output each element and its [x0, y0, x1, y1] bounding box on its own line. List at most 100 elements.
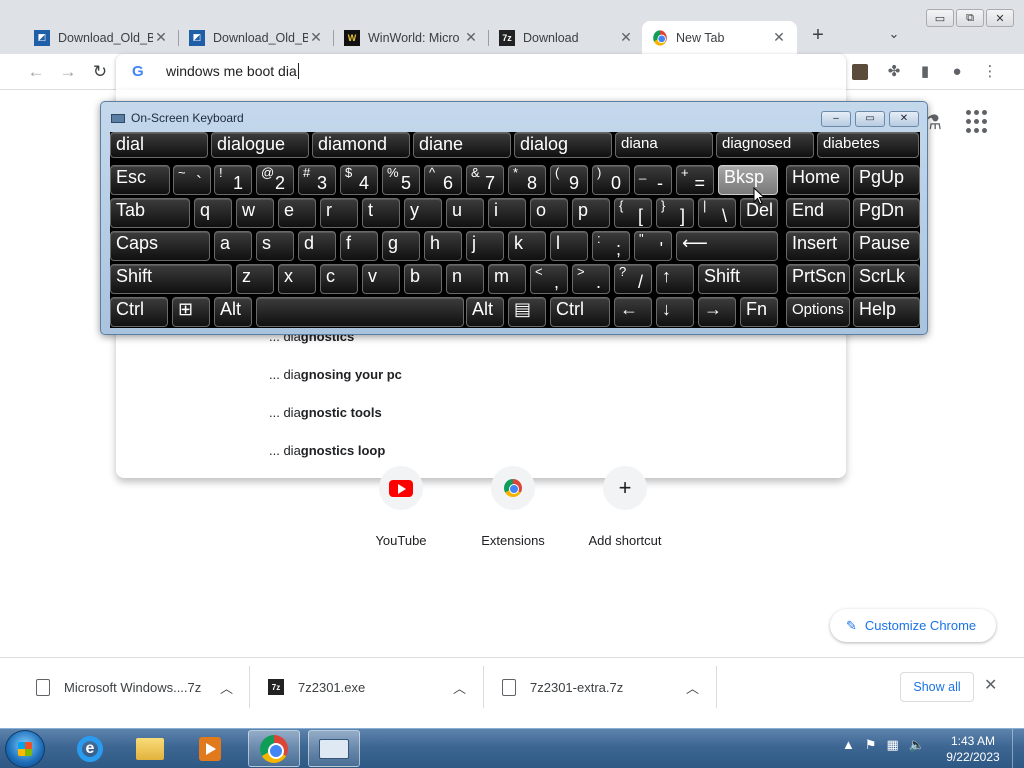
key-z[interactable]: z: [236, 264, 274, 294]
key-tab[interactable]: Tab: [110, 198, 190, 228]
key-0[interactable]: ) 0: [592, 165, 630, 195]
chevron-up-icon[interactable]: ︿: [686, 658, 699, 716]
extensions-puzzle-icon[interactable]: ✤: [884, 62, 904, 82]
prediction-key[interactable]: dialogue: [211, 132, 309, 158]
key-a[interactable]: a: [214, 231, 252, 261]
key-4[interactable]: $4: [340, 165, 378, 195]
chevron-up-icon[interactable]: ︿: [453, 658, 466, 716]
key-u[interactable]: u: [446, 198, 484, 228]
key-8[interactable]: * 8: [508, 165, 546, 195]
key-e[interactable]: e: [278, 198, 316, 228]
key-shift[interactable]: Shift: [698, 264, 778, 294]
tab-close-icon[interactable]: ✕: [618, 29, 634, 46]
key-esc[interactable]: Esc: [110, 165, 170, 195]
download-item[interactable]: 7z2301-extra.7z: [502, 658, 623, 716]
key-ctrl[interactable]: Ctrl: [110, 297, 168, 327]
key-ctrl[interactable]: Ctrl: [550, 297, 610, 327]
menu-dots-icon[interactable]: ⋮: [980, 62, 1000, 82]
prediction-key[interactable]: diagnosed: [716, 132, 814, 158]
key-[[interactable]: {[: [614, 198, 652, 228]
shortcut-youtube[interactable]: YouTube: [346, 466, 456, 548]
chevron-up-icon[interactable]: ︿: [220, 658, 233, 716]
taskbar-google-chrome[interactable]: [248, 730, 300, 767]
action-center-flag-icon[interactable]: ⚑: [865, 737, 877, 753]
key-t[interactable]: t: [362, 198, 400, 228]
prediction-key[interactable]: dialog: [514, 132, 612, 158]
key-h[interactable]: h: [424, 231, 462, 261]
tab-search-chevron-icon[interactable]: ⌄: [884, 26, 904, 46]
key-7[interactable]: & 7: [466, 165, 504, 195]
download-item[interactable]: Microsoft Windows....7z: [36, 658, 201, 716]
forward-arrow-icon[interactable]: →: [56, 60, 80, 84]
tab-download-old-2[interactable]: ◩ Download_Old_B ✕: [179, 21, 334, 54]
key-caps[interactable]: Caps: [110, 231, 210, 261]
prediction-key[interactable]: diabetes: [817, 132, 919, 158]
restore-button[interactable]: ⧉: [956, 9, 984, 27]
taskbar-internet-explorer[interactable]: e: [64, 730, 116, 767]
key-pause[interactable]: Pause: [853, 231, 920, 261]
tab-close-icon[interactable]: ✕: [308, 29, 324, 46]
tab-download-old-1[interactable]: ◩ Download_Old_B ✕: [24, 21, 179, 54]
tray-chevron-up-icon[interactable]: ▲: [842, 737, 855, 753]
key-q[interactable]: q: [194, 198, 232, 228]
key-[interactable]: ↓: [656, 297, 694, 327]
clock[interactable]: 1:43 AM 9/22/2023: [940, 733, 1006, 765]
shortcut-add[interactable]: + Add shortcut: [570, 466, 680, 548]
key-[interactable]: ↑: [656, 264, 694, 294]
address-input[interactable]: windows me boot dia: [166, 63, 299, 79]
key-j[interactable]: j: [466, 231, 504, 261]
taskbar-media-player[interactable]: [184, 730, 236, 767]
key-s[interactable]: s: [256, 231, 294, 261]
key-r[interactable]: r: [320, 198, 358, 228]
suggestion-item[interactable]: ... diagnosing your pc: [269, 367, 402, 382]
key-=[interactable]: + =: [676, 165, 714, 195]
volume-icon[interactable]: 🔈: [909, 737, 925, 753]
key-g[interactable]: g: [382, 231, 420, 261]
key-shift[interactable]: Shift: [110, 264, 232, 294]
suggestion-item[interactable]: ... diagnostic tools: [269, 405, 382, 420]
address-bar[interactable]: G windows me boot dia: [116, 54, 846, 90]
key--[interactable]: _ -: [634, 165, 672, 195]
shortcut-extensions[interactable]: Extensions: [458, 466, 568, 548]
enter-key[interactable]: ⟵: [676, 231, 778, 261]
key-alt[interactable]: Alt: [466, 297, 504, 327]
key-scrlk[interactable]: ScrLk: [853, 264, 920, 294]
key-fn[interactable]: Fn: [740, 297, 778, 327]
spacebar-key[interactable]: [256, 297, 464, 327]
prediction-key[interactable]: diamond: [312, 132, 410, 158]
osk-minimize-button[interactable]: –: [821, 111, 851, 127]
key-x[interactable]: x: [278, 264, 316, 294]
google-apps-icon[interactable]: [966, 110, 990, 134]
key-2[interactable]: @2: [256, 165, 294, 195]
key-1[interactable]: ! 1: [214, 165, 252, 195]
tab-close-icon[interactable]: ✕: [463, 29, 479, 46]
key-;[interactable]: :;: [592, 231, 630, 261]
close-shelf-icon[interactable]: ✕: [984, 675, 997, 695]
key-[interactable]: →: [698, 297, 736, 327]
key-\[interactable]: | \: [698, 198, 736, 228]
prediction-key[interactable]: dial: [110, 132, 208, 158]
key-,[interactable]: <,: [530, 264, 568, 294]
key-'[interactable]: " ': [634, 231, 672, 261]
key-bksp[interactable]: Bksp: [718, 165, 778, 195]
key-c[interactable]: c: [320, 264, 358, 294]
tab-close-icon[interactable]: ✕: [771, 29, 787, 46]
reload-icon[interactable]: ↻: [88, 60, 112, 84]
tab-close-icon[interactable]: ✕: [153, 29, 169, 46]
tab-download[interactable]: 7z Download ✕: [489, 21, 644, 54]
tab-new-tab[interactable]: New Tab ✕: [642, 21, 797, 54]
key-k[interactable]: k: [508, 231, 546, 261]
prediction-key[interactable]: diane: [413, 132, 511, 158]
close-button[interactable]: ✕: [986, 9, 1014, 27]
key-pgup[interactable]: PgUp: [853, 165, 920, 195]
key-w[interactable]: w: [236, 198, 274, 228]
key-.[interactable]: >.: [572, 264, 610, 294]
new-tab-plus-icon[interactable]: +: [806, 24, 830, 48]
key-help[interactable]: Help: [853, 297, 920, 327]
key-end[interactable]: End: [786, 198, 850, 228]
prediction-key[interactable]: diana: [615, 132, 713, 158]
network-icon[interactable]: ▦: [887, 737, 899, 753]
download-item[interactable]: 7z 7z2301.exe: [268, 658, 365, 716]
key-/[interactable]: ? /: [614, 264, 652, 294]
minimize-button[interactable]: ▭: [926, 9, 954, 27]
